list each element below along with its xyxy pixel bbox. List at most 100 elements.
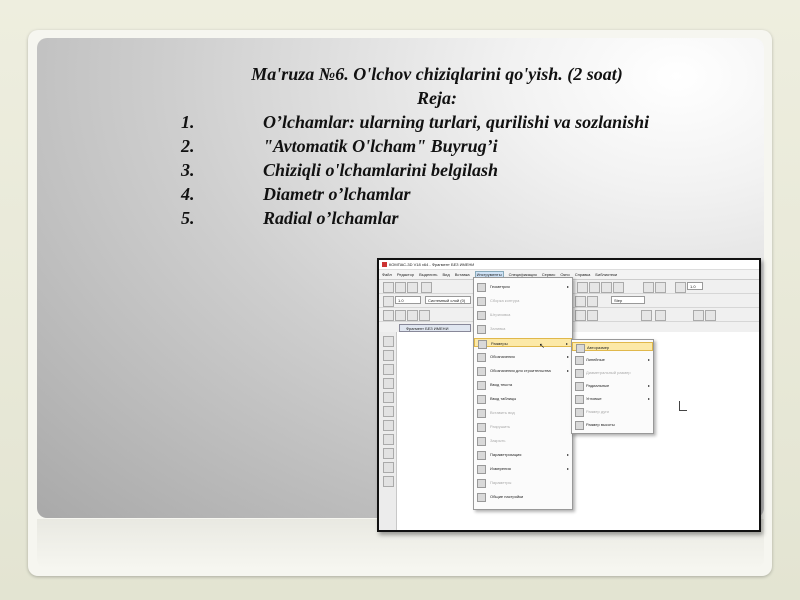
document-tab[interactable]: Фрагмент БЕЗ ИМЕНИ [399, 324, 471, 332]
dropdown-item[interactable]: Сборка контура [474, 296, 572, 306]
menu-item[interactable]: Справка [575, 272, 591, 277]
ellipse-icon[interactable] [655, 310, 666, 321]
report-tool-icon[interactable] [383, 448, 394, 459]
plan-item-text: "Avtomatik O'lcham" Buyrug’i [263, 136, 498, 156]
circle-icon[interactable] [641, 310, 652, 321]
dropdown-item[interactable]: Обозначения ▸ [474, 352, 572, 362]
variables-icon[interactable] [601, 282, 612, 293]
layer-field[interactable]: Системный слой (0) [425, 296, 471, 304]
dropdown-item[interactable]: Вставить вид [474, 408, 572, 418]
snap-icon[interactable] [575, 296, 586, 307]
menu-item[interactable]: Выделить [419, 272, 437, 277]
help-icon[interactable] [613, 282, 624, 293]
insert-tool-icon[interactable] [383, 462, 394, 473]
dropdown-item[interactable]: Закрыть [474, 436, 572, 446]
step-field[interactable]: Step [611, 296, 645, 304]
print-icon[interactable] [421, 282, 432, 293]
submenu-item-label: Авторазмер [587, 345, 610, 350]
dropdown-item[interactable]: Разрушить [474, 422, 572, 432]
dropdown-item[interactable]: Параметризация ▸ [474, 450, 572, 460]
edit-tool-icon[interactable] [383, 378, 394, 389]
menu-item[interactable]: Редактор [397, 272, 414, 277]
plan-item-text: Diametr o’lchamlar [263, 184, 411, 204]
arc-icon[interactable] [587, 310, 598, 321]
chevron-right-icon: ▸ [566, 466, 569, 471]
dropdown-item[interactable]: Обозначения для строительства ▸ [474, 366, 572, 376]
hatch-icon[interactable] [705, 310, 716, 321]
menu-item-icon [477, 367, 486, 376]
dimension-icon [575, 421, 584, 430]
menu-item[interactable]: Файл [382, 272, 392, 277]
plan-item-text: O’lchamlar: ularning turlari, qurilishi … [263, 112, 650, 132]
dropdown-item[interactable]: Размеры ▸ [474, 338, 572, 349]
select-icon[interactable] [419, 310, 430, 321]
menu-item-icon [477, 479, 486, 488]
zoom-in-icon[interactable] [643, 282, 654, 293]
save-icon[interactable] [407, 282, 418, 293]
dropdown-item-label: Обозначения [490, 354, 515, 359]
dropdown-item[interactable]: Измерения ▸ [474, 464, 572, 474]
rect-icon[interactable] [575, 310, 586, 321]
submenu-item[interactable]: Радиальные ▸ [572, 381, 653, 391]
menu-item-icon [477, 409, 486, 418]
dropdown-item-label: Штриховка [490, 312, 511, 317]
zoom-field[interactable]: 1.0 [687, 282, 703, 290]
spec-tool-icon[interactable] [383, 434, 394, 445]
submenu-item-label: Угловые [586, 396, 602, 401]
geometry-tool-icon[interactable] [383, 336, 394, 347]
submenu-item[interactable]: Линейные ▸ [572, 355, 653, 365]
dropdown-item[interactable]: Общие настройки [474, 492, 572, 502]
window-title-bar: КОМПАС-3D V18 x64 - Фрагмент БЕЗ ИМЕНИ [379, 260, 759, 270]
menu-item[interactable]: Библиотеки [595, 272, 617, 277]
copy-icon[interactable] [589, 282, 600, 293]
fragment-tool-icon[interactable] [383, 476, 394, 487]
dropdown-item[interactable]: Заливка [474, 324, 572, 334]
menu-item[interactable]: Вид [443, 272, 450, 277]
submenu-item[interactable]: Угловые ▸ [572, 394, 653, 404]
dropdown-item[interactable]: Параметры [474, 478, 572, 488]
select-tool-icon[interactable] [383, 420, 394, 431]
left-tool-panel [379, 332, 397, 530]
measure-tool-icon[interactable] [383, 406, 394, 417]
draw-icon[interactable] [383, 310, 394, 321]
plan-item-number: 5. [181, 208, 195, 228]
submenu-item[interactable]: Размер дуги [572, 407, 653, 417]
dimension-tool-icon[interactable] [383, 350, 394, 361]
dropdown-item-label: Сборка контура [490, 298, 520, 303]
menu-item-icon [477, 423, 486, 432]
menu-item-icon [477, 283, 486, 292]
dimension-icon [575, 395, 584, 404]
dropdown-item-label: Общие настройки [490, 494, 524, 499]
dropdown-item-label: Ввод текста [490, 382, 513, 387]
chevron-right-icon: ▸ [647, 383, 650, 388]
submenu-item[interactable]: Диаметральный размер [572, 368, 653, 378]
param-tool-icon[interactable] [383, 392, 394, 403]
measure-icon[interactable] [407, 310, 418, 321]
dropdown-item[interactable]: Ввод текста [474, 380, 572, 390]
menu-item-icon [477, 395, 486, 404]
grid-icon[interactable] [587, 296, 598, 307]
dropdown-item[interactable]: Геометрия ▸ [474, 282, 572, 292]
dropdown-item[interactable]: Штриховка [474, 310, 572, 320]
cut-icon[interactable] [577, 282, 588, 293]
submenu-item[interactable]: Авторазмер [572, 342, 653, 353]
submenu-item[interactable]: Размер высоты [572, 420, 653, 430]
submenu-item-label: Линейные [586, 357, 605, 362]
symbol-tool-icon[interactable] [383, 364, 394, 375]
pen-icon[interactable] [693, 310, 704, 321]
open-file-icon[interactable] [395, 282, 406, 293]
dropdown-item-label: Вставить вид [490, 410, 515, 415]
edit-icon[interactable] [395, 310, 406, 321]
zoom-out-icon[interactable] [655, 282, 666, 293]
menu-item-icon [477, 437, 486, 446]
scale-field[interactable]: 1.0 [395, 296, 421, 304]
dropdown-item[interactable]: Ввод таблицы [474, 394, 572, 404]
submenu-item-label: Радиальные [586, 383, 610, 388]
menu-item[interactable]: Вставка [455, 272, 470, 277]
zoom-fit-icon[interactable] [675, 282, 686, 293]
dimension-icon [575, 382, 584, 391]
plan-item-number: 3. [181, 160, 195, 180]
style-icon[interactable] [383, 296, 394, 307]
new-file-icon[interactable] [383, 282, 394, 293]
dimension-icon [575, 369, 584, 378]
